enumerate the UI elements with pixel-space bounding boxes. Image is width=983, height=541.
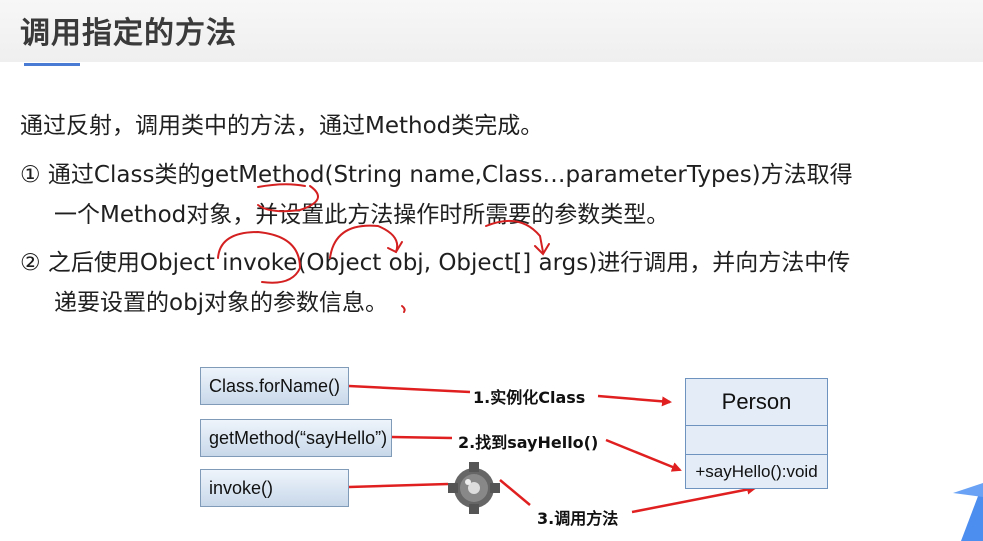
- label-invoke-method: 3.调用方法: [537, 509, 619, 528]
- class-name-box: Person: [685, 378, 828, 426]
- forname-box: Class.forName(): [200, 367, 349, 405]
- diagram-arrows: [348, 384, 757, 514]
- arrow-invoke-2: [499, 479, 531, 506]
- arrow-invoke-1: [348, 482, 449, 489]
- class-attributes-box: [685, 425, 828, 455]
- arrow-getmethod-1: [391, 435, 453, 440]
- corner-decoration: [953, 483, 983, 541]
- class-method-box: +sayHello():void: [685, 454, 828, 489]
- arrow-forname-1: [348, 384, 471, 394]
- label-find-method: 2.找到sayHello(): [458, 433, 599, 452]
- label-instantiate: 1.实例化Class: [473, 388, 586, 407]
- arrow-forname-2: [597, 394, 672, 407]
- arrow-getmethod-2: [605, 438, 682, 472]
- invoke-box: invoke(): [200, 469, 349, 507]
- arrow-invoke-3: [631, 484, 757, 514]
- getmethod-box: getMethod(“sayHello”): [200, 419, 392, 457]
- gear-icon: [448, 462, 500, 514]
